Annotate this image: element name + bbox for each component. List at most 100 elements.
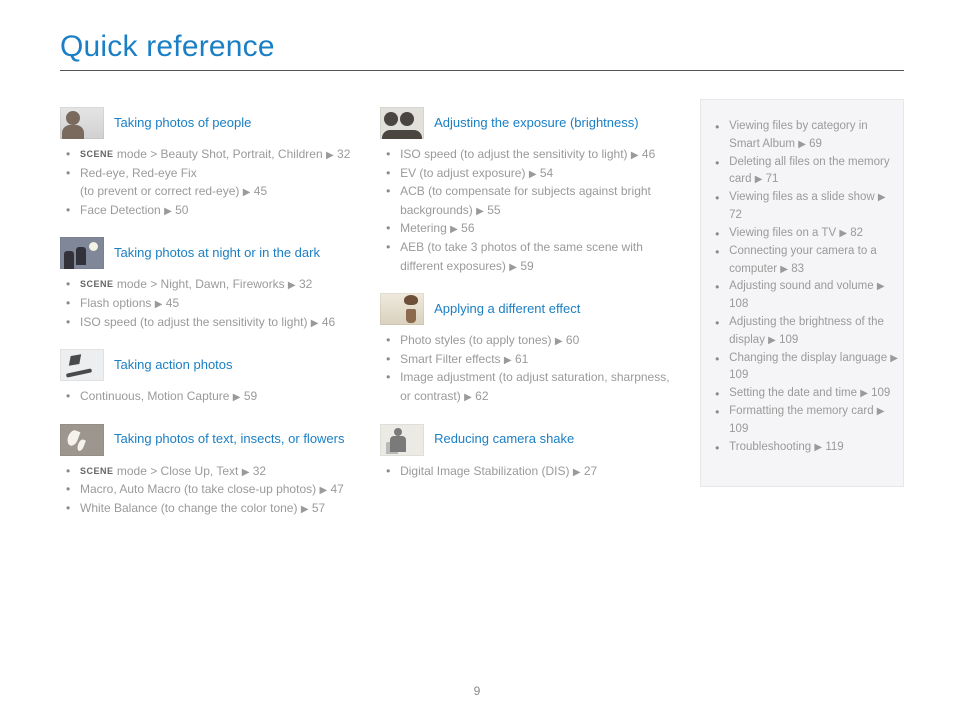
section-thumbnail: [380, 107, 424, 139]
page-ref: 57: [312, 501, 325, 515]
item-text: EV (to adjust exposure): [400, 166, 525, 180]
section-list: SCENE mode > Close Up, Text ▶ 32Macro, A…: [60, 462, 352, 518]
page-ref-arrow: ▶: [573, 467, 581, 478]
section-header: Reducing camera shake: [380, 424, 672, 456]
list-item: Metering ▶ 56: [398, 219, 672, 238]
item-text: Formatting the memory card: [729, 405, 873, 417]
page-ref: 69: [809, 138, 822, 150]
page-ref-arrow: ▶: [890, 353, 898, 364]
list-item: Face Detection ▶ 50: [78, 201, 352, 220]
sidebar-item: Viewing files by category in Smart Album…: [727, 118, 899, 154]
column-1: Taking photos of peopleSCENE mode > Beau…: [60, 99, 352, 536]
section-thumbnail: [60, 107, 104, 139]
page-ref: 62: [475, 389, 488, 403]
page-ref: 109: [779, 334, 798, 346]
page-number: 9: [0, 684, 954, 698]
page-ref-arrow: ▶: [464, 392, 472, 403]
page-ref-arrow: ▶: [504, 355, 512, 366]
sidebar-item: Connecting your camera to a computer ▶ 8…: [727, 243, 899, 279]
list-item: Photo styles (to apply tones) ▶ 60: [398, 331, 672, 350]
item-text: Smart Filter effects: [400, 352, 500, 366]
sidebar-item: Setting the date and time ▶ 109: [727, 385, 899, 403]
item-text: ACB (to compensate for subjects against …: [400, 184, 651, 217]
page-ref: 46: [642, 147, 655, 161]
sidebar-item: Adjusting sound and volume ▶ 108: [727, 278, 899, 314]
page-ref-arrow: ▶: [164, 206, 172, 217]
page-title: Quick reference: [60, 30, 904, 64]
sidebar-item: Viewing files on a TV ▶ 82: [727, 225, 899, 243]
page-ref: 61: [515, 352, 528, 366]
page-ref: 56: [461, 221, 474, 235]
page-ref-arrow: ▶: [242, 467, 250, 478]
page-ref: 72: [729, 209, 742, 221]
list-item: Image adjustment (to adjust saturation, …: [398, 368, 672, 405]
section-header: Applying a different effect: [380, 293, 672, 325]
section-thumbnail: [60, 349, 104, 381]
page-ref: 108: [729, 298, 748, 310]
item-text: Digital Image Stabilization (DIS): [400, 464, 569, 478]
section-list: Continuous, Motion Capture ▶ 59: [60, 387, 352, 406]
section-title: Taking photos of people: [114, 115, 251, 132]
section-list: Photo styles (to apply tones) ▶ 60Smart …: [380, 331, 672, 405]
list-item: Macro, Auto Macro (to take close-up phot…: [78, 480, 352, 499]
list-item: ISO speed (to adjust the sensitivity to …: [78, 313, 352, 332]
section-title: Taking action photos: [114, 357, 233, 374]
page-ref-arrow: ▶: [288, 280, 296, 291]
item-text: Adjusting the brightness of the display: [729, 316, 884, 346]
item-text: Adjusting sound and volume: [729, 280, 874, 292]
page-ref: 109: [871, 387, 890, 399]
section-header: Taking photos of people: [60, 107, 352, 139]
page-ref-arrow: ▶: [631, 150, 639, 161]
item-text: Deleting all files on the memory card: [729, 156, 889, 186]
section-thumbnail: [380, 293, 424, 325]
list-item: White Balance (to change the color tone)…: [78, 499, 352, 518]
section-header: Adjusting the exposure (brightness): [380, 107, 672, 139]
page-ref-arrow: ▶: [839, 228, 847, 239]
page-ref-arrow: ▶: [555, 336, 563, 347]
list-item: Smart Filter effects ▶ 61: [398, 350, 672, 369]
page-ref: 55: [487, 203, 500, 217]
item-text: Face Detection: [80, 203, 161, 217]
page-ref-arrow: ▶: [768, 335, 776, 346]
list-item: EV (to adjust exposure) ▶ 54: [398, 164, 672, 183]
page-ref-arrow: ▶: [780, 264, 788, 275]
scene-label: SCENE: [80, 466, 114, 476]
section-list: Digital Image Stabilization (DIS) ▶ 27: [380, 462, 672, 481]
list-item: SCENE mode > Close Up, Text ▶ 32: [78, 462, 352, 481]
list-item: Red-eye, Red-eye Fix(to prevent or corre…: [78, 164, 352, 201]
list-item: AEB (to take 3 photos of the same scene …: [398, 238, 672, 275]
item-text: ISO speed (to adjust the sensitivity to …: [400, 147, 627, 161]
sidebar-item: Changing the display language ▶ 109: [727, 350, 899, 386]
page-ref: 83: [791, 263, 804, 275]
list-item: Flash options ▶ 45: [78, 294, 352, 313]
page-ref-arrow: ▶: [326, 150, 334, 161]
page-ref-arrow: ▶: [243, 187, 251, 198]
item-text: Setting the date and time: [729, 387, 857, 399]
page-ref-arrow: ▶: [860, 388, 868, 399]
page-ref-arrow: ▶: [814, 442, 822, 453]
item-text: Metering: [400, 221, 447, 235]
page-ref: 45: [254, 184, 267, 198]
page-ref: 32: [253, 464, 266, 478]
sidebar-item: Troubleshooting ▶ 119: [727, 439, 899, 457]
page-ref-arrow: ▶: [509, 262, 517, 273]
page-ref: 46: [322, 315, 335, 329]
item-text: ISO speed (to adjust the sensitivity to …: [80, 315, 307, 329]
page: Quick reference Taking photos of people S…: [0, 0, 954, 720]
list-item: SCENE mode > Night, Dawn, Fireworks ▶ 32: [78, 275, 352, 294]
scene-label: SCENE: [80, 149, 114, 159]
section-header: Taking action photos: [60, 349, 352, 381]
page-ref: 109: [729, 369, 748, 381]
page-ref: 32: [299, 277, 312, 291]
content-columns: Taking photos of peopleSCENE mode > Beau…: [60, 99, 904, 536]
page-ref: 47: [331, 482, 344, 496]
page-ref-arrow: ▶: [877, 406, 885, 417]
list-item: Digital Image Stabilization (DIS) ▶ 27: [398, 462, 672, 481]
page-ref: 59: [520, 259, 533, 273]
page-ref-arrow: ▶: [155, 299, 163, 310]
section-list: SCENE mode > Night, Dawn, Fireworks ▶ 32…: [60, 275, 352, 331]
page-ref-arrow: ▶: [450, 224, 458, 235]
item-text: White Balance (to change the color tone): [80, 501, 297, 515]
section-header: Taking photos of text, insects, or flowe…: [60, 424, 352, 456]
title-rule: [60, 70, 904, 71]
